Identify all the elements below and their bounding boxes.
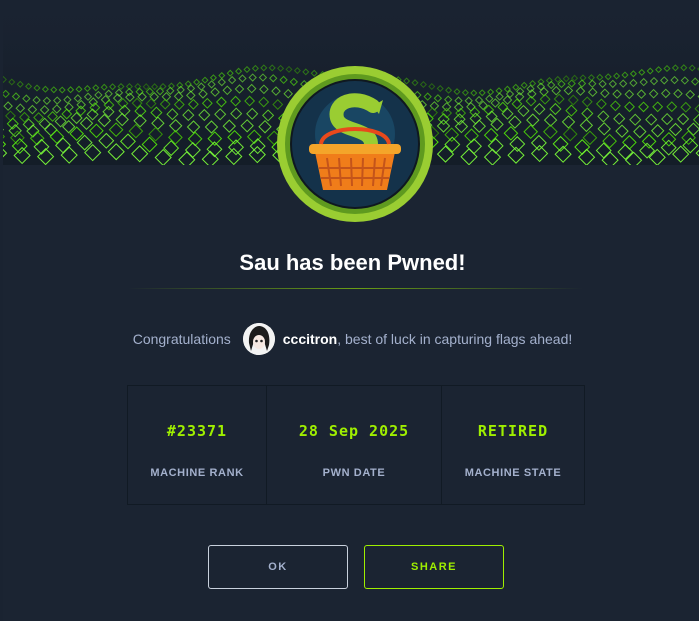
stat-machine-state: RETIRED MACHINE STATE [442, 386, 584, 504]
stat-value: #23371 [166, 422, 228, 440]
divider [128, 288, 583, 289]
stat-pwn-date: 28 Sep 2025 PWN DATE [267, 386, 442, 504]
share-button[interactable]: SHARE [364, 545, 504, 589]
stat-value: RETIRED [477, 422, 549, 440]
username-link[interactable]: cccitron [283, 331, 337, 347]
congratulations-message: Congratulations cccitron , best of luck … [3, 322, 699, 356]
machine-logo [275, 64, 435, 224]
stat-label: MACHINE STATE [464, 467, 562, 479]
congrats-prefix: Congratulations [132, 331, 231, 347]
stat-value: 28 Sep 2025 [298, 422, 410, 440]
pwned-modal: Sau has been Pwned! Congratulations ccci… [3, 0, 699, 621]
stat-machine-rank: #23371 MACHINE RANK [128, 386, 267, 504]
congrats-suffix: , best of luck in capturing flags ahead! [337, 331, 573, 347]
stats-panel: #23371 MACHINE RANK 28 Sep 2025 PWN DATE… [127, 385, 585, 505]
stat-label: MACHINE RANK [150, 467, 244, 479]
stat-label: PWN DATE [322, 467, 386, 479]
shopping-basket-icon [277, 66, 433, 222]
user-avatar-icon[interactable] [242, 323, 275, 355]
page-title: Sau has been Pwned! [239, 250, 466, 275]
ok-button[interactable]: OK [208, 545, 348, 589]
